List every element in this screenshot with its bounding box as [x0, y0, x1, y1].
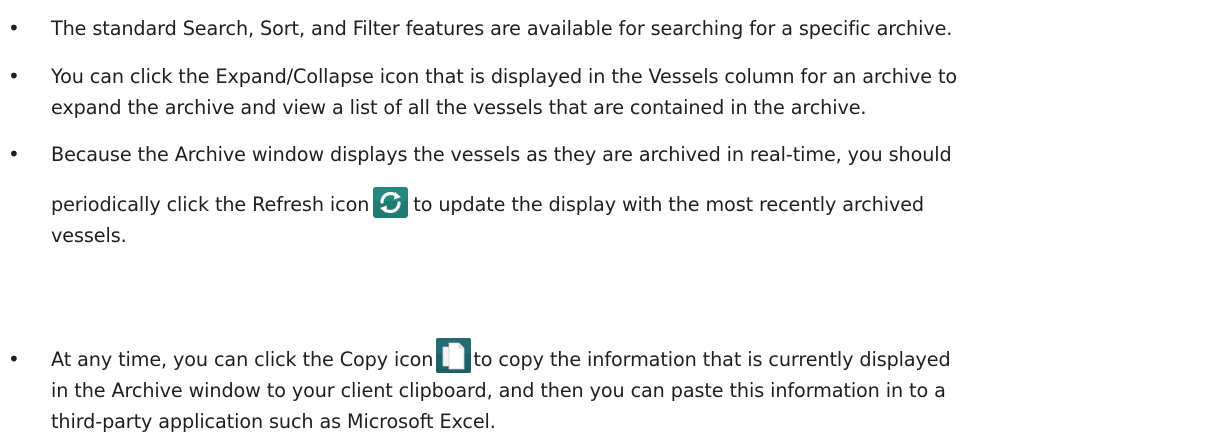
- text-line: vessels.: [51, 224, 127, 247]
- text-segment: periodically click the Refresh icon: [51, 193, 370, 216]
- text-line-with-icon: periodically click the Refresh icon to u: [51, 187, 1209, 220]
- text-segment: At any time, you can click the Copy icon: [51, 348, 434, 371]
- text-segment: to copy the information that is currentl…: [473, 348, 951, 371]
- text-line: expand the archive and view a list of al…: [51, 96, 867, 119]
- bullet-marker: •: [8, 16, 20, 40]
- bullet-marker: •: [8, 64, 20, 88]
- bullet-marker: •: [8, 347, 20, 371]
- text-line-with-icon: At any time, you can click the Copy icon…: [51, 338, 1209, 375]
- list-item-text: At any time, you can click the Copy icon…: [51, 338, 1209, 437]
- document-body: • The standard Search, Sort, and Filter …: [0, 0, 1215, 447]
- text-line: third-party application such as Microsof…: [51, 410, 496, 433]
- text-line: in the Archive window to your client cli…: [51, 379, 946, 402]
- copy-icon: [436, 338, 472, 373]
- text-line: You can click the Expand/Collapse icon t…: [51, 65, 958, 88]
- text-line: Because the Archive window displays the …: [51, 143, 952, 166]
- bullet-marker: •: [8, 142, 20, 166]
- text-line: The standard Search, Sort, and Filter fe…: [51, 17, 953, 40]
- refresh-icon: [373, 187, 409, 218]
- list-item-text: You can click the Expand/Collapse icon t…: [51, 61, 1209, 123]
- text-segment: to update the display with the most rece…: [413, 193, 925, 216]
- list-item-text: Because the Archive window displays the …: [51, 139, 1209, 251]
- list-item-text: The standard Search, Sort, and Filter fe…: [51, 13, 1209, 44]
